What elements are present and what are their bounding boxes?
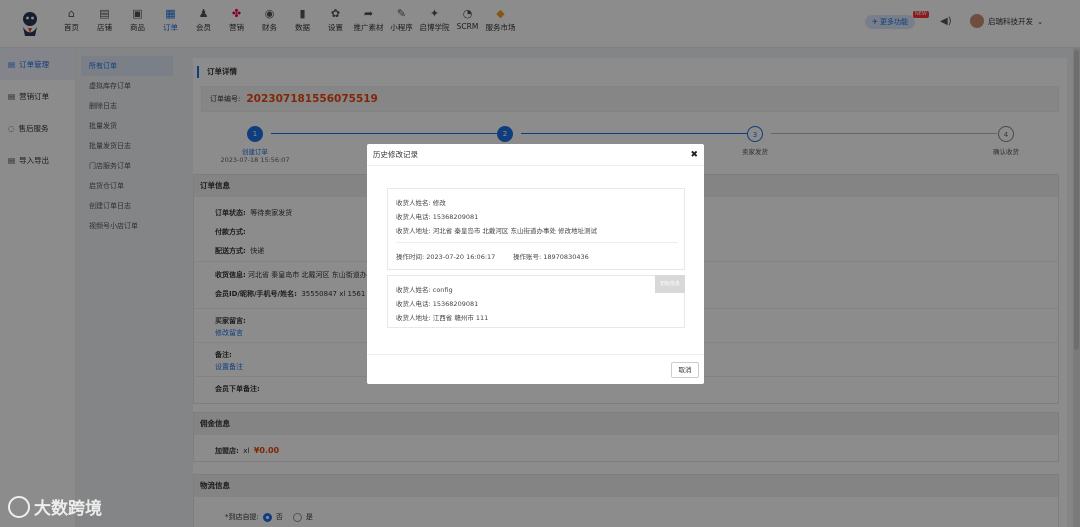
record-operate-time: 操作时间: 2023-07-20 16:06:17 [396,253,496,261]
record-receiver-address: 收货人地址: 河北省 秦皇岛市 北戴河区 东山街道办事处 修改地址测试 [396,227,598,235]
history-modal: 历史修改记录 ✖ 收货人姓名: 修改 收货人电话: 15368209081 收货… [367,144,704,384]
initial-info-tag: 初始信息 [655,275,685,293]
history-record-card: 初始信息 收货人姓名: config 收货人电话: 15368209081 收货… [387,275,685,328]
cancel-button[interactable]: 取消 [671,362,699,378]
divider [396,242,678,243]
close-icon[interactable]: ✖ [690,144,698,166]
record-receiver-name: 收货人姓名: 修改 [396,199,446,207]
watermark: 大数跨境 [8,494,102,519]
record-receiver-name: 收货人姓名: config [396,286,453,294]
modal-header: 历史修改记录 ✖ [367,144,704,166]
record-receiver-phone: 收货人电话: 15368209081 [396,213,479,221]
record-operator: 操作账号: 18970830436 [513,253,589,261]
record-receiver-address: 收货人地址: 江西省 赣州市 111 [396,314,489,322]
watermark-text: 大数跨境 [34,499,102,519]
record-receiver-phone: 收货人电话: 15368209081 [396,300,479,308]
history-record-card: 收货人姓名: 修改 收货人电话: 15368209081 收货人地址: 河北省 … [387,188,685,270]
modal-title: 历史修改记录 [373,150,418,159]
watermark-logo-icon [8,495,30,518]
modal-footer-divider [367,354,704,355]
